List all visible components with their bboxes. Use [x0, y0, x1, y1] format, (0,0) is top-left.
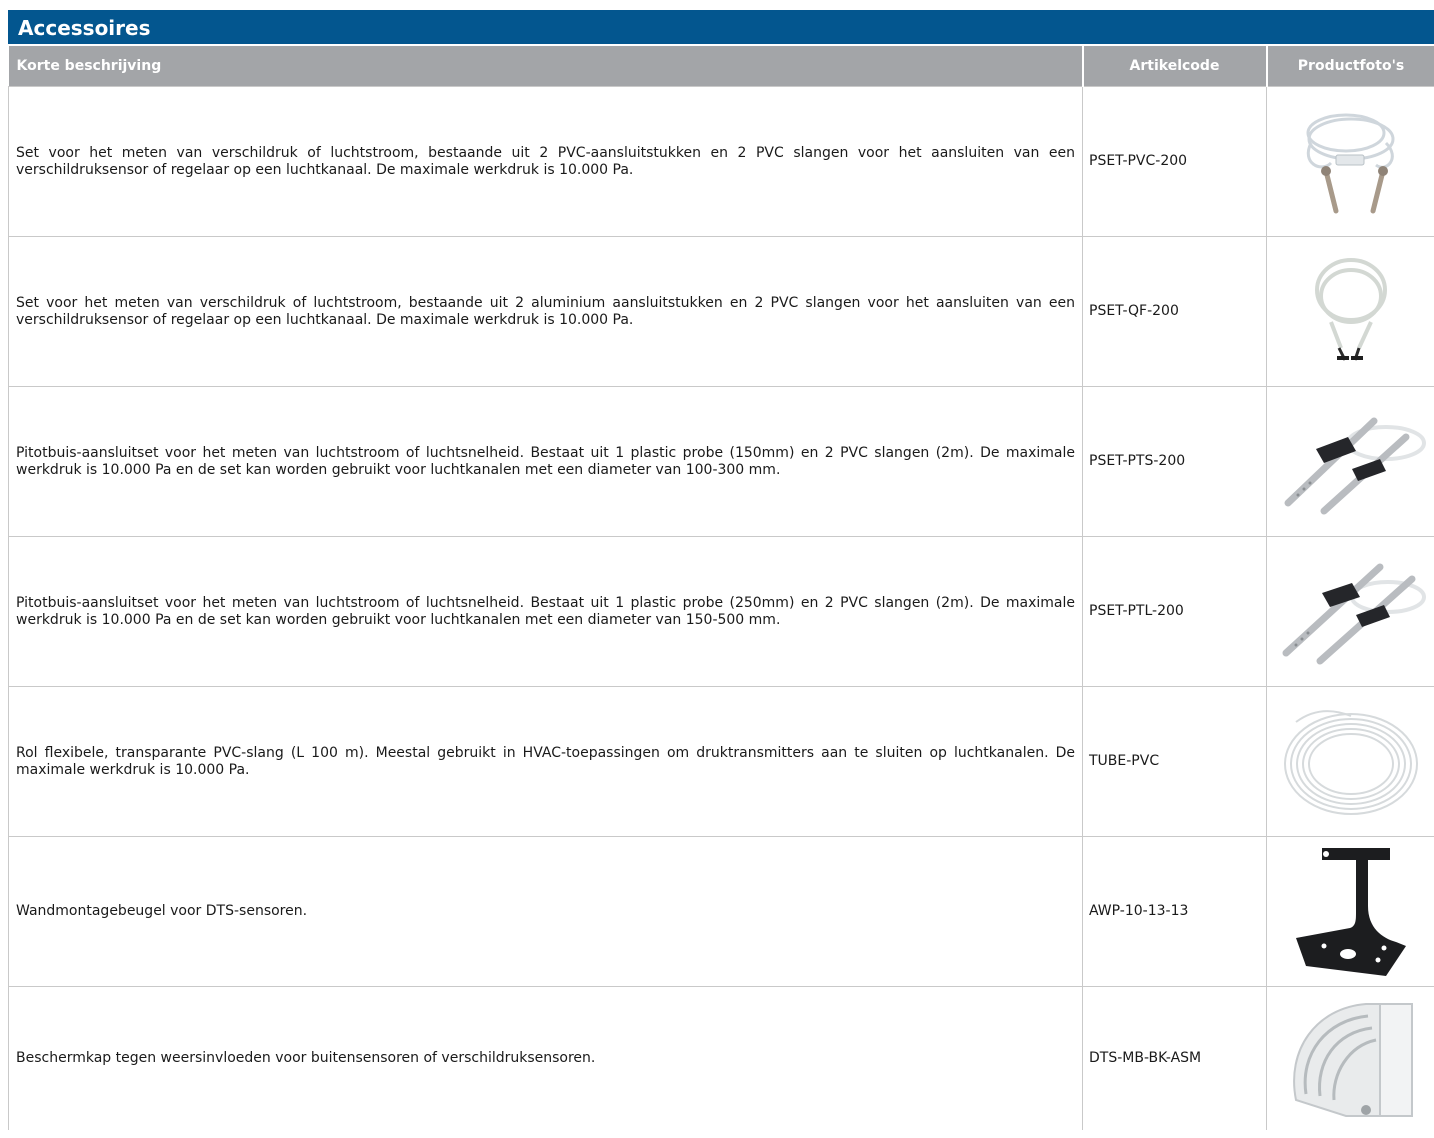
- row-code: DTS-MB-BK-ASM: [1082, 986, 1267, 1130]
- table-row: Beschermkap tegen weersinvloeden voor bu…: [8, 986, 1434, 1130]
- table-row: Set voor het meten van verschildruk of l…: [8, 86, 1434, 237]
- wall-bracket-image: [1266, 836, 1434, 987]
- row-code: PSET-PTS-200: [1082, 386, 1267, 537]
- table-row: Rol flexibele, transparante PVC-slang (L…: [8, 686, 1434, 837]
- row-description: Pitotbuis-aansluitset voor het meten van…: [8, 536, 1083, 687]
- accessories-section: Accessoires Korte beschrijving Artikelco…: [8, 10, 1434, 1130]
- column-header-code: Artikelcode: [1081, 46, 1267, 87]
- table-row: Pitotbuis-aansluitset voor het meten van…: [8, 536, 1434, 687]
- row-code: PSET-PTL-200: [1082, 536, 1267, 687]
- row-description: Set voor het meten van verschildruk of l…: [8, 86, 1083, 237]
- row-code: PSET-QF-200: [1082, 236, 1267, 387]
- tube-set-aluminium-image: [1266, 236, 1434, 387]
- pitot-probe-long-image: [1266, 536, 1434, 687]
- row-description: Set voor het meten van verschildruk of l…: [8, 236, 1083, 387]
- tube-coil-image: [1266, 686, 1434, 837]
- column-header-description: Korte beschrijving: [8, 46, 1083, 87]
- pitot-probe-image: [1266, 386, 1434, 537]
- weather-shield-image: [1266, 986, 1434, 1130]
- accessories-table: Korte beschrijving Artikelcode Productfo…: [8, 46, 1434, 1130]
- row-description: Wandmontagebeugel voor DTS-sensoren.: [8, 836, 1083, 987]
- row-description: Pitotbuis-aansluitset voor het meten van…: [8, 386, 1083, 537]
- table-row: Wandmontagebeugel voor DTS-sensoren. AWP…: [8, 836, 1434, 987]
- row-description: Beschermkap tegen weersinvloeden voor bu…: [8, 986, 1083, 1130]
- table-row: Set voor het meten van verschildruk of l…: [8, 236, 1434, 387]
- tube-set-pvc-image: [1266, 86, 1434, 237]
- column-header-photo: Productfoto's: [1265, 46, 1434, 87]
- row-code: PSET-PVC-200: [1082, 86, 1267, 237]
- section-title: Accessoires: [8, 10, 1434, 46]
- table-row: Pitotbuis-aansluitset voor het meten van…: [8, 386, 1434, 537]
- row-description: Rol flexibele, transparante PVC-slang (L…: [8, 686, 1083, 837]
- row-code: AWP-10-13-13: [1082, 836, 1267, 987]
- row-code: TUBE-PVC: [1082, 686, 1267, 837]
- table-header-row: Korte beschrijving Artikelcode Productfo…: [8, 46, 1434, 87]
